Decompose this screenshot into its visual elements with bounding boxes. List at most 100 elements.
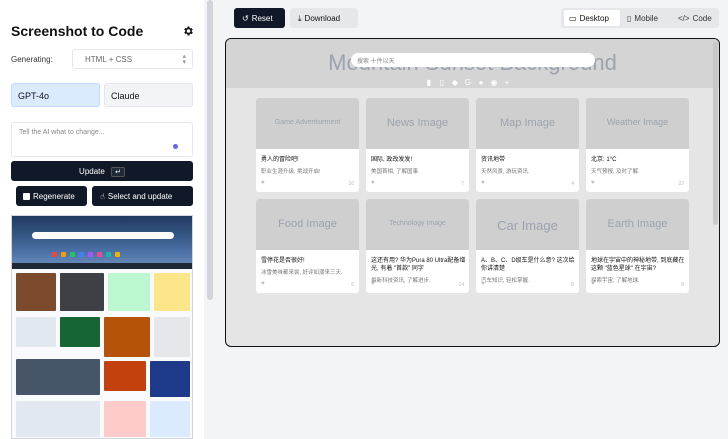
- card-subtitle: 职业生涯升级, 挑战开启!: [261, 169, 321, 175]
- card-subtitle: 冰雪美味都来尝, 好评如潮来三天.: [261, 270, 343, 276]
- card-subtitle: 最新科技资讯, 了解进步.: [371, 278, 431, 284]
- heart-icon[interactable]: ♥: [481, 180, 485, 186]
- reset-label: Reset: [251, 14, 273, 23]
- download-icon: ⤓: [298, 14, 302, 23]
- regenerate-label: Regenerate: [33, 192, 75, 201]
- update-button[interactable]: Update ↵: [11, 161, 193, 181]
- reset-icon: ↺: [242, 14, 249, 23]
- card-title: 勇人的冒险吧!: [261, 157, 299, 163]
- content-card[interactable]: Car Image A、B、C、D级车是什么意? 这次给你讲清楚汽车知识, 轻松掌…: [476, 199, 579, 293]
- enter-key-icon: ↵: [111, 167, 125, 177]
- app-icon[interactable]: ◆: [451, 79, 459, 87]
- card-like-count: 8: [681, 282, 684, 288]
- preview-search-input[interactable]: 搜索 十件以天: [351, 53, 595, 67]
- card-title: 国际, 政改发发!: [371, 157, 413, 163]
- heart-icon[interactable]: ♥: [591, 281, 595, 287]
- app-icon[interactable]: ▮: [425, 79, 433, 87]
- update-prompt-input[interactable]: Tell the AI what to change...: [11, 122, 193, 157]
- regenerate-button[interactable]: Regenerate: [16, 186, 87, 206]
- sidebar-scrollbar[interactable]: [207, 0, 213, 300]
- card-title: 地球在宇宙中的神秘地带, 到底藏在这颗 "蓝色星球" 在宇宙?: [591, 258, 685, 272]
- chevron-updown-icon: ▴ ▾: [182, 53, 186, 66]
- content-card[interactable]: Game Advertisement 勇人的冒险吧! 职业生涯升级, 挑战开启! ♥ 1…: [256, 98, 359, 192]
- card-like-count: 8: [571, 282, 574, 288]
- view-toggle: ▭ Desktop ▯ Mobile </> Code: [561, 8, 719, 28]
- card-image-placeholder: Earth Image: [586, 199, 689, 250]
- card-subtitle: 汽车知识, 轻松掌握.: [481, 278, 530, 284]
- card-image-placeholder: Map Image: [476, 98, 579, 149]
- card-image-placeholder: Weather Image: [586, 98, 689, 149]
- download-label: Download: [304, 14, 341, 23]
- stack-select[interactable]: HTML + CSS ▴ ▾: [72, 49, 193, 69]
- generating-label: Generating:: [11, 55, 53, 64]
- content-card[interactable]: Technology Image 这还有用? 华为Pura 80 Ultra配备增…: [366, 199, 469, 293]
- preview-icon-row: ▮ ▯ ◆ G ● ◉ +: [425, 72, 516, 87]
- card-image-placeholder: News Image: [366, 98, 469, 149]
- status-dot-icon: [173, 144, 178, 149]
- card-like-count: 7: [461, 181, 464, 187]
- card-like-count: 16: [348, 181, 354, 187]
- preview-frame[interactable]: Mountain Sunset Background 搜索 十件以天 ▮▯◆G●…: [225, 38, 720, 347]
- card-image-placeholder: Food Image: [256, 199, 359, 250]
- stack-select-value: HTML + CSS: [85, 55, 133, 64]
- app-icon[interactable]: ◉: [490, 79, 498, 87]
- preview-header: Mountain Sunset Background 搜索 十件以天 ▮▯◆G●…: [226, 39, 719, 88]
- card-like-count: 14: [458, 282, 464, 288]
- tab-code[interactable]: </> Code: [673, 10, 717, 26]
- heart-icon[interactable]: ♥: [481, 281, 485, 287]
- thumbnail-body: [12, 269, 192, 438]
- refresh-icon: [23, 193, 30, 200]
- content-card[interactable]: Earth Image 地球在宇宙中的神秘地带, 到底藏在这颗 "蓝色星球" 在宇…: [586, 199, 689, 293]
- content-card[interactable]: Weather Image 北京: 1°C 天气预报, 及时了解. ♥ 22: [586, 98, 689, 192]
- download-button[interactable]: ⤓ Download: [290, 8, 358, 28]
- monitor-icon: ▭: [569, 14, 577, 23]
- card-image-placeholder: Technology Image: [366, 199, 469, 250]
- select-and-update-button[interactable]: ☝ Select and update: [92, 186, 193, 206]
- tab-mobile-label: Mobile: [634, 14, 658, 23]
- card-image-placeholder: Car Image: [476, 199, 579, 250]
- card-like-count: 22: [678, 181, 684, 187]
- model-button-gpt-4o[interactable]: GPT-4o: [11, 83, 100, 107]
- update-label: Update: [79, 167, 105, 176]
- heart-icon[interactable]: ♥: [591, 180, 595, 186]
- card-title: A、B、C、D级车是什么意? 这次给你讲清楚: [481, 258, 575, 272]
- thumbnail-icon-row: [52, 244, 152, 257]
- card-like-count: 4: [571, 181, 574, 187]
- card-subtitle: 美国首相, 了解国事.: [371, 169, 420, 175]
- gear-icon[interactable]: [182, 25, 194, 37]
- card-title: 资讯地带: [481, 157, 506, 163]
- reset-button[interactable]: ↺ Reset: [234, 8, 285, 28]
- sidebar: Screenshot to Code Generating: HTML + CS…: [0, 0, 204, 439]
- app-icon[interactable]: G: [464, 79, 472, 87]
- card-image-placeholder: Game Advertisement: [256, 98, 359, 149]
- heart-icon[interactable]: ♥: [371, 281, 375, 287]
- phone-icon: ▯: [627, 14, 632, 23]
- model-button-claude[interactable]: Claude: [104, 83, 193, 107]
- preview-scrollbar[interactable]: [713, 42, 718, 225]
- card-title: 北京: 1°C: [591, 157, 617, 163]
- card-like-count: 6: [351, 282, 354, 288]
- content-card[interactable]: News Image 国际, 政改发发! 美国首相, 了解国事. ♥ 7: [366, 98, 469, 192]
- code-icon: </>: [678, 14, 690, 23]
- heart-icon[interactable]: ♥: [261, 281, 265, 287]
- heart-icon[interactable]: ♥: [371, 180, 375, 186]
- card-subtitle: 天气预报, 及时了解.: [591, 169, 640, 175]
- screenshot-thumbnail: [11, 215, 193, 439]
- tab-desktop[interactable]: ▭ Desktop: [564, 10, 620, 26]
- tab-code-label: Code: [692, 14, 712, 23]
- app-icon[interactable]: ●: [477, 79, 485, 87]
- card-title: 雪停花是否很好!: [261, 258, 305, 264]
- card-title: 这还有用? 华为Pura 80 Ultra配备增光, 有着 "首款" 同字: [371, 258, 466, 272]
- pointer-hand-icon: ☝: [100, 192, 105, 201]
- app-title: Screenshot to Code: [11, 23, 144, 39]
- add-icon[interactable]: +: [503, 79, 511, 87]
- heart-icon[interactable]: ♥: [261, 180, 265, 186]
- content-card[interactable]: Food Image 雪停花是否很好! 冰雪美味都来尝, 好评如潮来三天. ♥ 6: [256, 199, 359, 293]
- card-subtitle: 天然风景, 游玩资讯.: [481, 169, 530, 175]
- thumbnail-searchbar: [32, 232, 174, 239]
- prompt-placeholder: Tell the AI what to change...: [19, 129, 105, 136]
- app-icon[interactable]: ▯: [438, 79, 446, 87]
- card-subtitle: 探索宇宙, 了解地球.: [591, 278, 640, 284]
- content-card[interactable]: Map Image 资讯地带天然风景, 游玩资讯. ♥ 4: [476, 98, 579, 192]
- tab-mobile[interactable]: ▯ Mobile: [622, 10, 670, 26]
